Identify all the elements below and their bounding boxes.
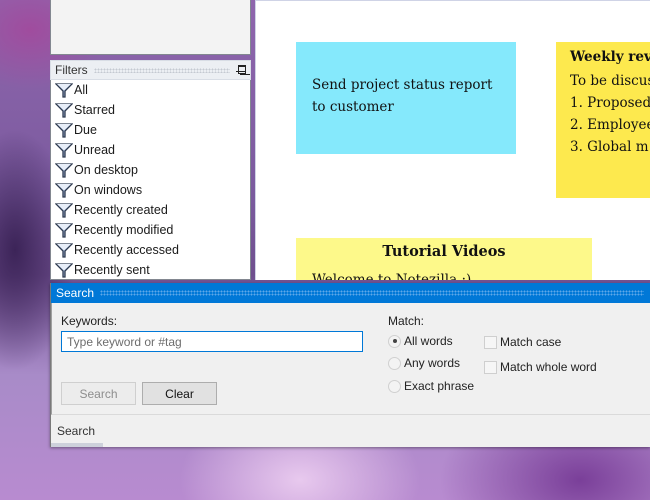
filter-label: Recently sent [74, 263, 150, 277]
filter-item-on-windows[interactable]: On windows [51, 180, 250, 200]
note-line: 1. Proposed [570, 95, 650, 111]
funnel-icon [55, 183, 73, 198]
search-form: Keywords: Search Clear Match: All words … [51, 303, 650, 415]
filter-label: Starred [74, 103, 115, 117]
match-all-words-radio[interactable]: All words [388, 334, 453, 348]
note-text: Send project status report to customer [312, 77, 493, 115]
match-whole-word-checkbox[interactable]: Match whole word [484, 360, 597, 374]
filters-title: Filters [55, 63, 88, 77]
radio-label: All words [404, 334, 453, 348]
notes-tree-panel [50, 0, 251, 55]
note-title: Tutorial Videos [382, 243, 506, 260]
funnel-icon [55, 163, 73, 178]
filter-item-recently-created[interactable]: Recently created [51, 200, 250, 220]
note-text: Welcome to Notezilla :) [312, 272, 472, 280]
match-exact-phrase-radio[interactable]: Exact phrase [388, 379, 474, 393]
radio-label: Any words [404, 356, 461, 370]
radio-unchecked-icon [388, 356, 401, 370]
checkbox-label: Match case [500, 335, 562, 349]
funnel-icon [55, 243, 73, 258]
note-tutorial-videos[interactable]: Tutorial Videos Welcome to Notezilla :) [296, 238, 592, 280]
filters-header: Filters [50, 60, 251, 80]
filter-item-unread[interactable]: Unread [51, 140, 250, 160]
match-label: Match: [388, 314, 425, 328]
search-drag-grip[interactable] [100, 290, 644, 296]
filter-item-starred[interactable]: Starred [51, 100, 250, 120]
filter-item-on-desktop[interactable]: On desktop [51, 160, 250, 180]
search-panel: Search Keywords: Search Clear Match: All… [50, 283, 650, 447]
funnel-icon [55, 143, 73, 158]
match-any-words-radio[interactable]: Any words [388, 356, 460, 370]
notes-canvas: Send project status report to customer W… [255, 0, 650, 280]
funnel-icon [55, 83, 73, 98]
bottom-tab-bar: Search [51, 415, 650, 447]
filter-label: Recently accessed [74, 243, 179, 257]
filter-label: Unread [74, 143, 115, 157]
search-button[interactable]: Search [61, 382, 136, 405]
note-weekly-review[interactable]: Weekly review To be discussed: 1. Propos… [556, 42, 650, 198]
funnel-icon [55, 223, 73, 238]
filters-drag-grip[interactable] [93, 67, 230, 73]
note-line: 3. Global m [570, 139, 649, 155]
tab-search[interactable]: Search [51, 415, 103, 447]
funnel-icon [55, 103, 73, 118]
filter-label: Due [74, 123, 97, 137]
filter-label: Recently modified [74, 223, 174, 237]
keywords-label: Keywords: [61, 314, 118, 328]
filter-label: All [74, 83, 88, 97]
funnel-icon [55, 263, 73, 278]
funnel-icon [55, 203, 73, 218]
filter-item-due[interactable]: Due [51, 120, 250, 140]
filter-item-recently-modified[interactable]: Recently modified [51, 220, 250, 240]
filter-label: On desktop [74, 163, 138, 177]
filter-label: Recently created [74, 203, 168, 217]
radio-unchecked-icon [388, 379, 401, 393]
radio-checked-icon [388, 334, 401, 348]
checkbox-icon [484, 335, 497, 349]
sidebar: Filters All Starred Due Unread On deskto… [50, 0, 251, 280]
match-case-checkbox[interactable]: Match case [484, 335, 561, 349]
clear-button[interactable]: Clear [142, 382, 217, 405]
search-titlebar[interactable]: Search [51, 283, 650, 303]
note-line: 2. Employee [570, 117, 650, 133]
checkbox-icon [484, 360, 497, 374]
filter-label: On windows [74, 183, 143, 197]
filters-list: All Starred Due Unread On desktop On win… [50, 80, 251, 280]
checkbox-label: Match whole word [500, 360, 597, 374]
filter-item-all[interactable]: All [51, 80, 250, 100]
filter-item-recently-accessed[interactable]: Recently accessed [51, 240, 250, 260]
funnel-icon [55, 123, 73, 138]
keywords-input[interactable] [61, 331, 363, 352]
filter-item-recently-sent[interactable]: Recently sent [51, 260, 250, 280]
search-panel-title: Search [56, 286, 95, 300]
note-line: To be discussed: [570, 73, 650, 89]
radio-label: Exact phrase [404, 379, 475, 393]
note-title: Weekly review [570, 49, 650, 65]
pin-icon[interactable] [236, 64, 246, 76]
note-project-status[interactable]: Send project status report to customer [296, 42, 516, 154]
